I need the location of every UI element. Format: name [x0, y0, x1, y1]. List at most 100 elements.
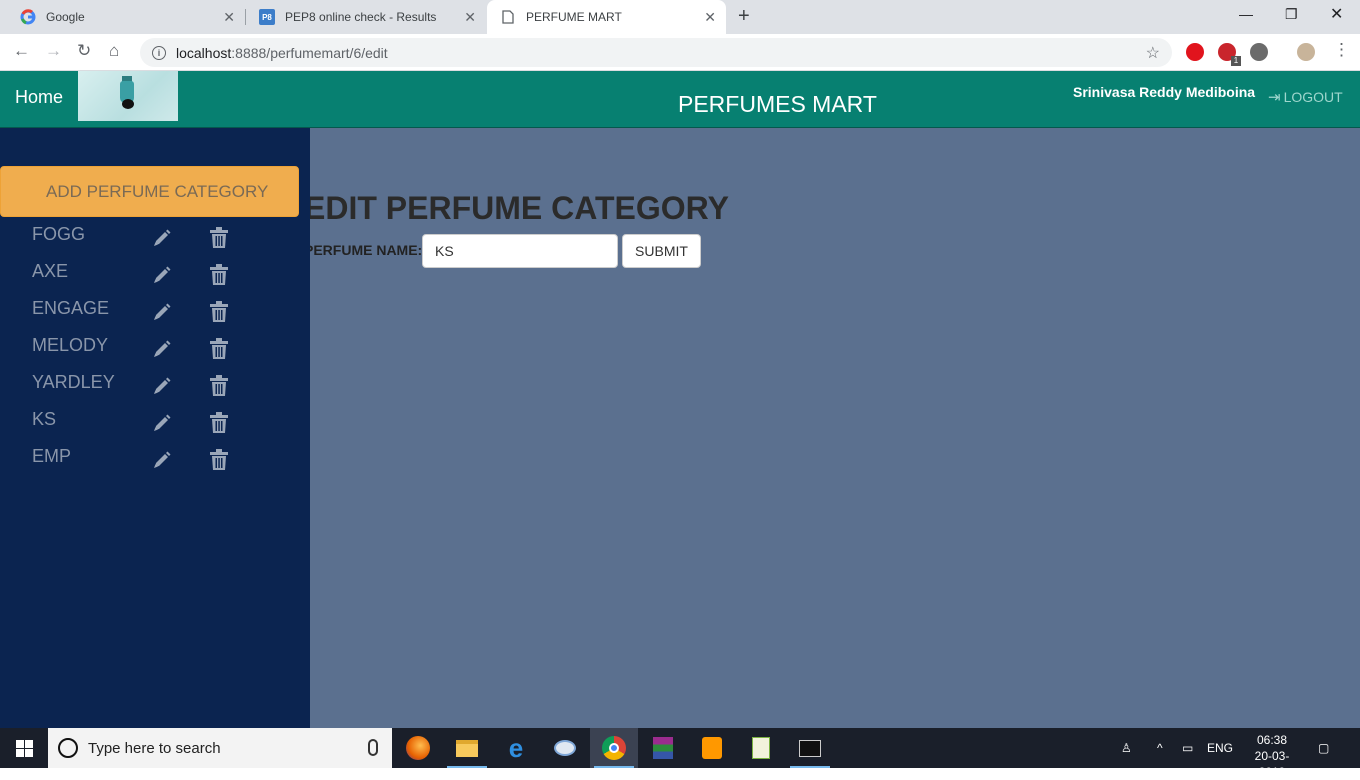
- pencil-icon[interactable]: [152, 265, 172, 285]
- new-tab-button[interactable]: +: [738, 5, 750, 28]
- extension-badge: 1: [1231, 56, 1241, 66]
- tab-google[interactable]: Google ✕: [0, 0, 245, 34]
- tray-expand-icon[interactable]: ^: [1157, 728, 1163, 768]
- tab-title: Google: [46, 10, 85, 24]
- battery-icon[interactable]: ▭: [1182, 728, 1193, 768]
- tab-title: PEP8 online check - Results: [285, 10, 437, 24]
- pencil-icon[interactable]: [152, 339, 172, 359]
- main-content: EDIT PERFUME CATEGORY PERFUME NAME: SUBM…: [310, 128, 1360, 728]
- language-indicator[interactable]: ENG: [1207, 728, 1233, 768]
- list-item: EMP: [0, 442, 310, 479]
- home-icon[interactable]: ⌂: [109, 41, 119, 61]
- people-icon[interactable]: ♙: [1121, 728, 1132, 768]
- paint-icon[interactable]: [541, 728, 589, 768]
- close-tab-icon[interactable]: ✕: [223, 9, 235, 26]
- trash-icon[interactable]: [210, 449, 228, 471]
- pencil-icon[interactable]: [152, 413, 172, 433]
- tab-title: PERFUME MART: [526, 10, 622, 24]
- trash-icon[interactable]: [210, 375, 228, 397]
- google-icon: [20, 9, 36, 25]
- notepad-plus-icon[interactable]: [737, 728, 785, 768]
- pencil-icon[interactable]: [152, 302, 172, 322]
- category-name[interactable]: KS: [32, 409, 56, 430]
- list-item: ENGAGE: [0, 294, 310, 331]
- search-placeholder: Type here to search: [88, 739, 221, 757]
- windows-taskbar: Type here to search e ♙ ^ ▭ ENG 06:38 20…: [0, 728, 1360, 779]
- sublime-text-icon[interactable]: [688, 728, 736, 768]
- pencil-icon[interactable]: [152, 376, 172, 396]
- taskbar-clock[interactable]: 06:38 20-03-2019: [1242, 732, 1302, 780]
- notification-icon[interactable]: ▢: [1318, 728, 1329, 768]
- category-name[interactable]: EMP: [32, 446, 71, 467]
- close-tab-icon[interactable]: ✕: [464, 9, 476, 26]
- category-list: FOGG AXE ENGAGE MELODY YARDLEY KS EMP: [0, 220, 310, 479]
- clock-time: 06:38: [1256, 733, 1288, 747]
- list-item: FOGG: [0, 220, 310, 257]
- bookmark-star-icon[interactable]: ☆: [1146, 43, 1160, 63]
- chrome-icon[interactable]: [590, 728, 638, 768]
- category-name[interactable]: AXE: [32, 261, 68, 282]
- category-name[interactable]: FOGG: [32, 224, 85, 245]
- trash-icon[interactable]: [210, 412, 228, 434]
- minimize-icon[interactable]: —: [1239, 6, 1253, 22]
- extension-icon[interactable]: [1250, 43, 1268, 61]
- tab-perfume-mart[interactable]: PERFUME MART ✕: [487, 0, 726, 34]
- submit-button[interactable]: SUBMIT: [622, 234, 701, 268]
- username: Srinivasa Reddy Mediboina: [1073, 84, 1256, 100]
- pencil-icon[interactable]: [152, 450, 172, 470]
- profile-avatar[interactable]: [1297, 43, 1315, 61]
- restore-icon[interactable]: ❐: [1285, 6, 1298, 23]
- trash-icon[interactable]: [210, 301, 228, 323]
- logout-icon: ⇥: [1268, 89, 1281, 106]
- close-window-icon[interactable]: ✕: [1330, 4, 1343, 24]
- perfume-logo[interactable]: [78, 71, 178, 121]
- close-tab-icon[interactable]: ✕: [704, 9, 716, 26]
- pep8-icon: P8: [259, 9, 275, 25]
- reload-icon[interactable]: ↻: [77, 41, 91, 61]
- winrar-icon[interactable]: [639, 728, 687, 768]
- browser-tab-bar: Google ✕ P8 PEP8 online check - Results …: [0, 0, 1360, 34]
- sidebar: ADD PERFUME CATEGORY FOGG AXE ENGAGE MELODY…: [0, 128, 310, 728]
- perfume-name-input[interactable]: [422, 234, 618, 268]
- pencil-icon[interactable]: [152, 228, 172, 248]
- logout-link[interactable]: ⇥ LOGOUT: [1268, 88, 1343, 106]
- cortana-icon: [58, 738, 78, 758]
- trash-icon[interactable]: [210, 338, 228, 360]
- file-explorer-icon[interactable]: [443, 728, 491, 768]
- page-icon: [500, 9, 516, 25]
- list-item: KS: [0, 405, 310, 442]
- perfume-name-label: PERFUME NAME:: [310, 242, 423, 258]
- address-bar[interactable]: i localhost:8888/perfumemart/6/edit ☆: [140, 38, 1172, 67]
- url-host: localhost: [176, 44, 232, 61]
- clock-date: 20-03-2019: [1254, 749, 1290, 779]
- category-name[interactable]: YARDLEY: [32, 372, 115, 393]
- windows-start-icon[interactable]: [0, 728, 48, 768]
- app-header: Home PERFUMES MART Srinivasa Reddy Medib…: [0, 71, 1360, 128]
- list-item: AXE: [0, 257, 310, 294]
- adblock-extension-icon[interactable]: 1: [1218, 43, 1241, 66]
- firefox-icon[interactable]: [394, 728, 442, 768]
- tab-pep8[interactable]: P8 PEP8 online check - Results ✕: [246, 0, 486, 34]
- page-title: EDIT PERFUME CATEGORY: [310, 190, 729, 226]
- taskbar-search[interactable]: Type here to search: [48, 728, 392, 768]
- url-path: :8888/perfumemart/6/edit: [231, 44, 388, 61]
- back-icon[interactable]: ←: [13, 41, 30, 61]
- list-item: MELODY: [0, 331, 310, 368]
- logout-label: LOGOUT: [1283, 89, 1343, 105]
- list-item: YARDLEY: [0, 368, 310, 405]
- command-prompt-icon[interactable]: [786, 728, 834, 768]
- trash-icon[interactable]: [210, 227, 228, 249]
- microphone-icon[interactable]: [368, 739, 378, 756]
- edge-icon[interactable]: e: [492, 728, 540, 768]
- home-link[interactable]: Home: [15, 87, 63, 108]
- browser-toolbar: ← → ↻ ⌂ i localhost:8888/perfumemart/6/e…: [0, 34, 1360, 71]
- forward-icon[interactable]: →: [45, 41, 62, 61]
- trash-icon[interactable]: [210, 264, 228, 286]
- info-icon[interactable]: i: [152, 45, 166, 60]
- category-name[interactable]: ENGAGE: [32, 298, 109, 319]
- category-name[interactable]: MELODY: [32, 335, 108, 356]
- add-perfume-category-button[interactable]: ADD PERFUME CATEGORY: [0, 166, 299, 217]
- menu-kebab-icon[interactable]: ⋮: [1333, 40, 1350, 60]
- opera-extension-icon[interactable]: [1186, 43, 1204, 61]
- app-title: PERFUMES MART: [678, 91, 877, 117]
